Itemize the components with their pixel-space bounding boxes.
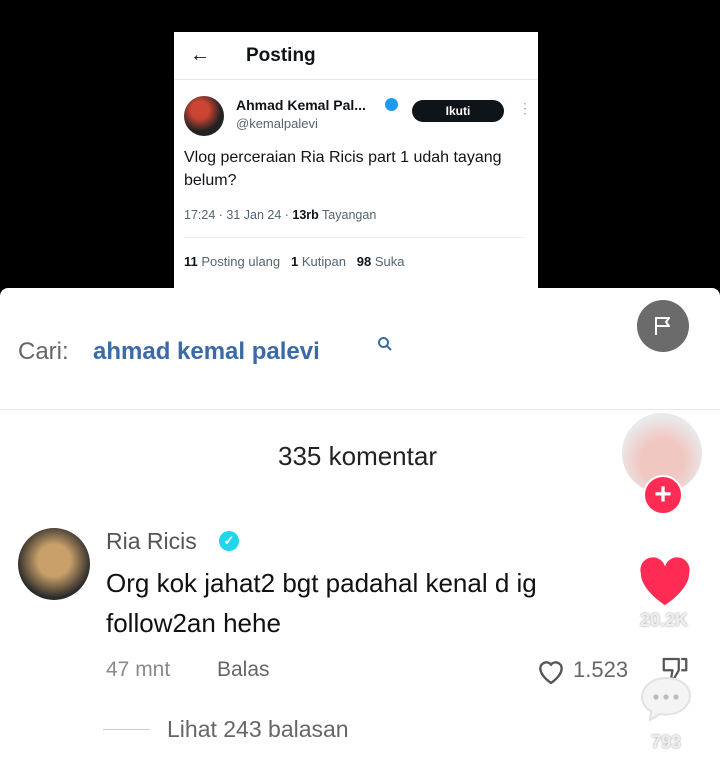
follow-button[interactable]: Ikuti bbox=[412, 100, 504, 122]
tweet-timestamp: 17:24 · 31 Jan 24 · bbox=[184, 208, 293, 222]
video-like-count: 20.2K bbox=[639, 610, 689, 630]
commenter-name[interactable]: Ria Ricis bbox=[106, 528, 197, 555]
divider bbox=[0, 409, 720, 410]
tweet-author-name[interactable]: Ahmad Kemal Pal... bbox=[236, 97, 366, 113]
commenter-avatar[interactable] bbox=[18, 528, 90, 600]
reposts-count[interactable]: 11 bbox=[184, 254, 198, 269]
flag-icon bbox=[655, 317, 670, 335]
video-comment-count: 793 bbox=[650, 732, 682, 752]
more-options-icon[interactable]: ⋮ bbox=[518, 100, 532, 117]
verified-badge-icon: ✓ bbox=[219, 531, 239, 551]
heart-outline-icon[interactable] bbox=[535, 655, 567, 687]
tweet-views-label: Tayangan bbox=[318, 208, 377, 222]
tweet-author-avatar[interactable] bbox=[184, 96, 224, 136]
likes-label[interactable]: Suka bbox=[371, 254, 405, 269]
tweet-header-title: Posting bbox=[246, 45, 316, 66]
comment-like-count: 1.523 bbox=[573, 657, 629, 682]
tweet-views-count: 13rb bbox=[292, 208, 319, 222]
likes-count[interactable]: 98 bbox=[357, 254, 371, 269]
view-replies-link[interactable]: Lihat 243 balasan bbox=[167, 716, 349, 743]
heart-filled-icon[interactable] bbox=[636, 554, 694, 608]
reposts-label[interactable]: Posting ulang bbox=[198, 254, 280, 269]
quotes-label[interactable]: Kutipan bbox=[298, 254, 346, 269]
tweet-card: ← Posting Ahmad Kemal Pal... @kemalpalev… bbox=[174, 32, 538, 294]
verified-badge-icon bbox=[385, 98, 398, 111]
reply-button[interactable]: Balas bbox=[217, 658, 270, 682]
report-flag-button[interactable] bbox=[637, 300, 689, 352]
follow-plus-button[interactable]: + bbox=[643, 475, 683, 515]
tweet-text: Vlog perceraian Ria Ricis part 1 udah ta… bbox=[184, 149, 502, 189]
tweet-author-handle[interactable]: @kemalpalevi bbox=[236, 116, 318, 131]
tweet-stats: 11 Posting ulang 1 Kutipan 98 Suka bbox=[184, 254, 405, 269]
tweet-meta: 17:24 · 31 Jan 24 · 13rb Tayangan bbox=[184, 208, 376, 222]
replies-divider bbox=[103, 729, 150, 730]
comments-panel: Cari: ahmad kemal palevi 335 komentar + … bbox=[0, 288, 720, 761]
comment-bubble-icon[interactable] bbox=[638, 674, 694, 724]
comment-count-title: 335 komentar bbox=[278, 441, 437, 471]
search-icon[interactable] bbox=[377, 336, 393, 352]
back-arrow-icon[interactable]: ← bbox=[190, 44, 210, 67]
tweet-header: ← Posting bbox=[174, 32, 538, 80]
search-query-link[interactable]: ahmad kemal palevi bbox=[93, 338, 320, 366]
search-label: Cari: bbox=[18, 338, 69, 365]
comment-time: 47 mnt bbox=[106, 658, 171, 681]
divider bbox=[184, 237, 524, 238]
comment-text: Org kok jahat2 bgt padahal kenal d ig fo… bbox=[106, 568, 537, 638]
